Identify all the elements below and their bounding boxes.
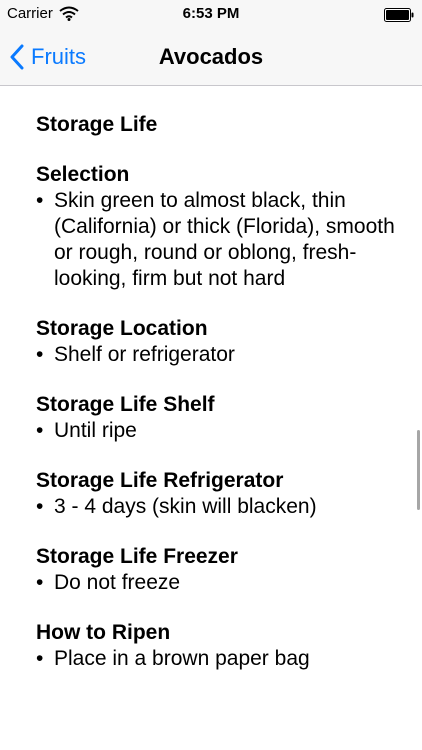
bullet-text: Until ripe xyxy=(54,419,137,442)
status-bar: Carrier 6:53 PM xyxy=(0,0,422,30)
bullet-text: Do not freeze xyxy=(54,571,181,594)
section-heading: Selection xyxy=(36,163,130,186)
battery-icon xyxy=(384,8,414,22)
section-storage-life-freezer: Storage Life Freezer • Do not freeze xyxy=(36,544,404,596)
bullet-item: • Shelf or refrigerator xyxy=(36,342,404,368)
section-selection: Selection • Skin green to almost black, … xyxy=(36,162,404,292)
section-heading: Storage Location xyxy=(36,317,208,340)
bullet-dot: • xyxy=(36,571,44,594)
bullet-item: • Do not freeze xyxy=(36,570,404,596)
bullet-text: Skin green to almost black, thin (Califo… xyxy=(54,189,395,290)
bullet-dot: • xyxy=(36,343,44,366)
bullet-dot: • xyxy=(36,189,44,212)
section-how-to-ripen: How to Ripen • Place in a brown paper ba… xyxy=(36,620,404,672)
detail-content: Storage Life Selection • Skin green to a… xyxy=(36,112,404,696)
scroll-indicator[interactable] xyxy=(417,430,420,510)
section-storage-life-refrigerator: Storage Life Refrigerator • 3 - 4 days (… xyxy=(36,468,404,520)
section-heading: Storage Life Refrigerator xyxy=(36,469,284,492)
section-storage-life-shelf: Storage Life Shelf • Until ripe xyxy=(36,392,404,444)
section-heading: How to Ripen xyxy=(36,621,171,644)
bullet-text: Place in a brown paper bag xyxy=(54,647,310,670)
bullet-item: • Place in a brown paper bag xyxy=(36,646,404,672)
bullet-item: • 3 - 4 days (skin will blacken) xyxy=(36,494,404,520)
bullet-item: • Until ripe xyxy=(36,418,404,444)
section-heading: Storage Life Freezer xyxy=(36,545,238,568)
status-time: 6:53 PM xyxy=(182,5,240,22)
navigation-bar: Fruits Avocados xyxy=(0,30,422,86)
bullet-dot: • xyxy=(36,495,44,518)
bullet-dot: • xyxy=(36,419,44,442)
bullet-text: Shelf or refrigerator xyxy=(54,343,235,366)
bullet-dot: • xyxy=(36,647,44,670)
section-storage-location: Storage Location • Shelf or refrigerator xyxy=(36,316,404,368)
bullet-text: 3 - 4 days (skin will blacken) xyxy=(54,495,317,518)
storage-life-heading: Storage Life xyxy=(36,113,158,136)
bullet-item: • Skin green to almost black, thin (Cali… xyxy=(36,188,404,292)
page-title: Avocados xyxy=(158,44,264,69)
section-heading: Storage Life Shelf xyxy=(36,393,215,416)
bottom-edge xyxy=(0,730,422,750)
